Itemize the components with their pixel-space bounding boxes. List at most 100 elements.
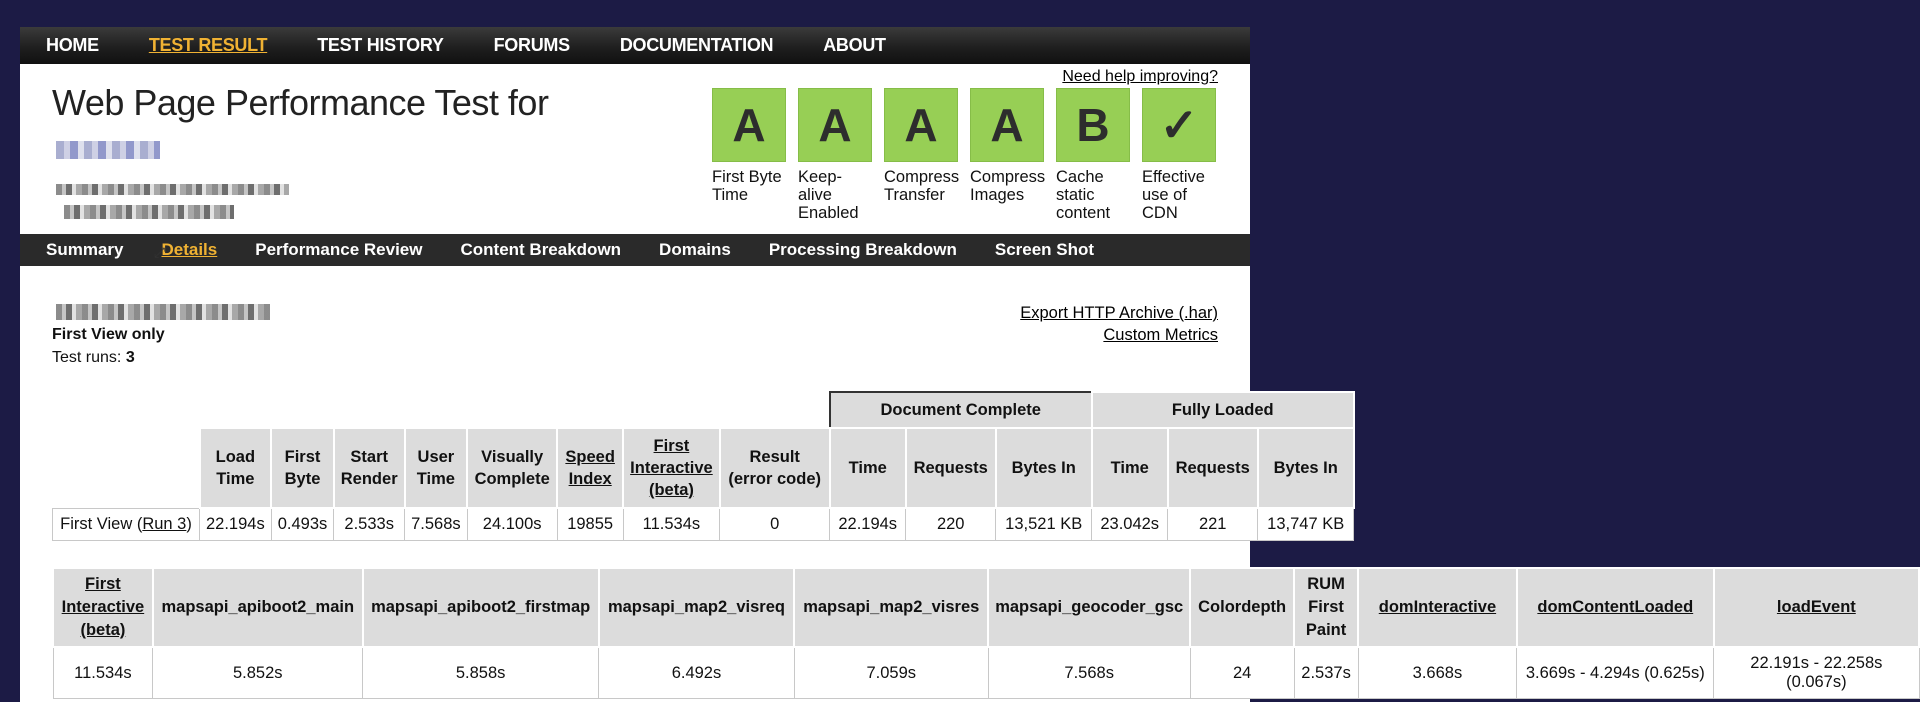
load-time-cell: 22.194s xyxy=(199,507,272,541)
visually-complete-header: Visually Complete xyxy=(466,427,559,509)
nav-test-history[interactable]: TEST HISTORY xyxy=(317,35,444,56)
sub-nav: Summary Details Performance Review Conte… xyxy=(20,234,1250,266)
first-view-only-label: First View only xyxy=(52,326,165,343)
grade-cdn[interactable]: ✓ Effective use of CDN xyxy=(1142,88,1216,222)
load-time-header: Load Time xyxy=(198,427,273,509)
user-time-cell: 7.568s xyxy=(404,507,468,541)
apiboot2-main-header: mapsapi_apiboot2_main xyxy=(151,567,364,648)
redacted-url xyxy=(56,141,160,159)
first-byte-header: First Byte xyxy=(270,427,335,509)
empty-header xyxy=(53,428,200,508)
table-row: First View (Run 3) 22.194s 0.493s 2.533s… xyxy=(52,507,1355,541)
grade-box: A xyxy=(884,88,958,162)
metrics-header-row: First Interactive (beta) mapsapi_apiboot… xyxy=(52,567,1920,648)
export-har-link[interactable]: Export HTTP Archive (.har) xyxy=(1020,302,1218,324)
grade-label: Compress Transfer xyxy=(884,168,960,204)
load-event-header[interactable]: loadEvent xyxy=(1712,567,1920,648)
start-render-cell: 2.533s xyxy=(333,507,406,541)
tab-domains[interactable]: Domains xyxy=(659,240,731,260)
fl-time-header: Time xyxy=(1090,427,1169,509)
metrics-table: First Interactive (beta) mapsapi_apiboot… xyxy=(52,567,1920,699)
tab-details[interactable]: Details xyxy=(161,240,217,260)
dc-requests-cell: 220 xyxy=(905,507,997,541)
apiboot2-firstmap-cell: 5.858s xyxy=(362,646,600,699)
grade-box: A xyxy=(798,88,872,162)
dom-interactive-cell: 3.668s xyxy=(1357,646,1518,699)
test-runs-value: 3 xyxy=(125,349,135,366)
rum-first-paint-header: RUM First Paint xyxy=(1293,567,1360,648)
user-time-header: User Time xyxy=(403,427,469,509)
empty-header xyxy=(53,392,830,428)
redacted-meta-line-1 xyxy=(56,184,289,195)
dc-time-cell: 22.194s xyxy=(829,507,907,541)
dc-bytes-cell: 13,521 KB xyxy=(995,507,1093,541)
table-row: 11.534s 5.852s 5.858s 6.492s 7.059s 7.56… xyxy=(52,646,1920,699)
redacted-test-info xyxy=(56,304,270,320)
map2-visreq-header: mapsapi_map2_visreq xyxy=(597,567,796,648)
tab-processing-breakdown[interactable]: Processing Breakdown xyxy=(769,240,957,260)
fl-bytes-cell: 13,747 KB xyxy=(1257,507,1355,541)
first-interactive-cell: 11.534s xyxy=(622,507,721,541)
row-label-prefix: First View ( xyxy=(60,514,143,533)
result-cell: 0 xyxy=(719,507,831,541)
grade-label: Keep-alive Enabled xyxy=(798,168,859,222)
tab-performance-review[interactable]: Performance Review xyxy=(255,240,422,260)
export-links: Export HTTP Archive (.har) Custom Metric… xyxy=(1020,302,1218,346)
speed-index-header[interactable]: Speed Index xyxy=(556,427,625,509)
apiboot2-main-cell: 5.852s xyxy=(152,646,364,699)
dc-time-header: Time xyxy=(828,427,907,509)
grade-compress-images[interactable]: A Compress Images xyxy=(970,88,1045,222)
geocoder-gsc-header: mapsapi_geocoder_gsc xyxy=(987,567,1192,648)
first-byte-cell: 0.493s xyxy=(270,507,335,541)
colordepth-header: Colordepth xyxy=(1189,567,1296,648)
map2-visres-cell: 7.059s xyxy=(793,646,989,699)
nav-documentation[interactable]: DOCUMENTATION xyxy=(620,35,774,56)
nav-home[interactable]: HOME xyxy=(46,35,99,56)
group-header-row: Document Complete Fully Loaded xyxy=(53,391,1355,429)
custom-metrics-link[interactable]: Custom Metrics xyxy=(1020,324,1218,346)
grade-box: B xyxy=(1056,88,1130,162)
tab-screen-shot[interactable]: Screen Shot xyxy=(995,240,1094,260)
test-runs: Test runs: 3 xyxy=(52,349,135,367)
run-3-link[interactable]: Run 3 xyxy=(142,515,186,533)
speed-index-cell: 19855 xyxy=(556,507,624,541)
result-header: Result (error code) xyxy=(718,427,831,509)
test-runs-label: Test runs: xyxy=(52,349,126,366)
grade-keep-alive[interactable]: A Keep-alive Enabled xyxy=(798,88,872,222)
grade-compress-transfer[interactable]: A Compress Transfer xyxy=(884,88,960,222)
grade-label: Cache static content xyxy=(1056,168,1111,222)
grade-badges: A First Byte Time A Keep-alive Enabled A… xyxy=(712,88,1228,222)
nav-about[interactable]: ABOUT xyxy=(823,35,886,56)
dom-interactive-header[interactable]: domInteractive xyxy=(1357,567,1518,648)
dc-requests-header: Requests xyxy=(904,427,997,509)
row-label-suffix: ) xyxy=(186,514,192,533)
summary-table: Document Complete Fully Loaded Load Time… xyxy=(52,391,1355,541)
nav-forums[interactable]: FORUMS xyxy=(494,35,571,56)
map2-visreq-cell: 6.492s xyxy=(598,646,795,699)
tab-summary[interactable]: Summary xyxy=(46,240,123,260)
header: Web Page Performance Test for Need help … xyxy=(20,64,1250,234)
dom-content-loaded-cell: 3.669s - 4.294s (0.625s) xyxy=(1516,646,1715,699)
first-interactive-header[interactable]: First Interactive (beta) xyxy=(52,567,154,648)
checkmark-icon: ✓ xyxy=(1142,88,1216,162)
first-interactive-header[interactable]: First Interactive (beta) xyxy=(622,427,721,509)
load-event-cell: 22.191s - 22.258s (0.067s) xyxy=(1713,646,1920,699)
redacted-meta-line-2 xyxy=(64,205,234,219)
fl-requests-cell: 221 xyxy=(1167,507,1259,541)
dom-content-loaded-header[interactable]: domContentLoaded xyxy=(1515,567,1715,648)
nav-test-result[interactable]: TEST RESULT xyxy=(149,35,268,56)
grade-box: A xyxy=(712,88,786,162)
geocoder-gsc-cell: 7.568s xyxy=(987,646,1191,699)
rum-first-paint-cell: 2.537s xyxy=(1293,646,1359,699)
dc-bytes-header: Bytes In xyxy=(994,427,1093,509)
help-improving-link[interactable]: Need help improving? xyxy=(1062,68,1218,86)
external-link-icon[interactable]: ⤢ xyxy=(154,244,165,261)
colordepth-cell: 24 xyxy=(1189,646,1295,699)
visually-complete-cell: 24.100s xyxy=(466,507,558,541)
tab-content-breakdown[interactable]: Content Breakdown xyxy=(460,240,621,260)
column-header-row: Load Time First Byte Start Render User T… xyxy=(53,427,1355,509)
grade-box: A xyxy=(970,88,1044,162)
grade-first-byte[interactable]: A First Byte Time xyxy=(712,88,786,222)
grade-cache-static[interactable]: B Cache static content xyxy=(1056,88,1130,222)
document-complete-header: Document Complete xyxy=(828,391,1093,429)
